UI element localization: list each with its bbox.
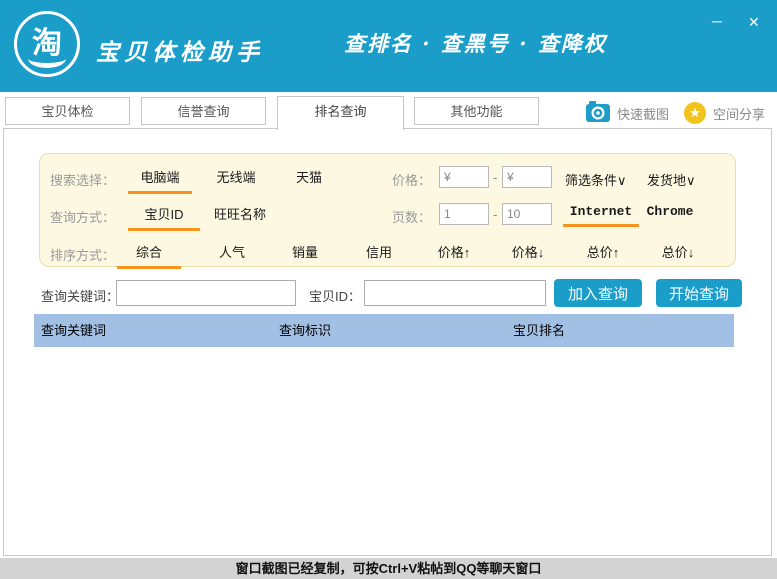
sort-option-total-asc[interactable]: 总价↑ bbox=[571, 242, 635, 266]
price-range-dash: - bbox=[493, 170, 497, 185]
keyword-input[interactable] bbox=[116, 280, 296, 306]
app-slogan: 查排名 · 查黑号 · 查降权 bbox=[344, 28, 607, 58]
price-min-input[interactable] bbox=[439, 166, 489, 188]
results-table-header: 查询关键词 查询标识 宝贝排名 bbox=[34, 314, 734, 347]
option-wangwang-name[interactable]: 旺旺名称 bbox=[204, 204, 276, 228]
option-browser-internet[interactable]: Internet bbox=[563, 204, 639, 227]
taobao-logo: 淘 bbox=[14, 11, 80, 77]
tab-reputation-query[interactable]: 信誉查询 bbox=[141, 97, 266, 125]
page-from-input[interactable] bbox=[439, 203, 489, 225]
column-header-item-rank[interactable]: 宝贝排名 bbox=[513, 314, 565, 347]
star-icon: ★ bbox=[684, 102, 706, 124]
search-select-label: 搜索选择： bbox=[50, 170, 115, 189]
price-label: 价格： bbox=[392, 170, 431, 189]
space-share-button[interactable]: ★ 空间分享 bbox=[684, 101, 765, 125]
page-range-dash: - bbox=[493, 207, 497, 222]
start-query-button[interactable]: 开始查询 bbox=[656, 279, 742, 307]
column-header-keyword[interactable]: 查询关键词 bbox=[41, 314, 106, 347]
item-id-label: 宝贝ID： bbox=[309, 286, 361, 305]
option-pc[interactable]: 电脑端 bbox=[128, 167, 192, 194]
tab-item-check[interactable]: 宝贝体检 bbox=[5, 97, 130, 125]
tab-ranking-query[interactable]: 排名查询 bbox=[277, 96, 404, 130]
sort-option-popularity[interactable]: 人气 bbox=[200, 242, 264, 266]
sort-option-price-asc[interactable]: 价格↑ bbox=[422, 242, 486, 266]
sort-option-price-desc[interactable]: 价格↓ bbox=[496, 242, 560, 266]
title-bar: 淘 宝贝体检助手 查排名 · 查黑号 · 查降权 ─ ✕ bbox=[0, 0, 777, 92]
query-method-label: 查询方式： bbox=[50, 207, 115, 226]
keyword-label: 查询关键词： bbox=[41, 286, 119, 305]
shipping-location-dropdown[interactable]: 发货地∨ bbox=[647, 170, 696, 189]
sort-method-label: 排序方式： bbox=[50, 245, 115, 264]
tab-other-functions[interactable]: 其他功能 bbox=[414, 97, 539, 125]
sort-option-comprehensive[interactable]: 综合 bbox=[117, 242, 181, 269]
app-window: 淘 宝贝体检助手 查排名 · 查黑号 · 查降权 ─ ✕ 宝贝体检 信誉查询 排… bbox=[0, 0, 777, 579]
option-browser-chrome[interactable]: Chrome bbox=[640, 204, 700, 224]
item-id-input[interactable] bbox=[364, 280, 546, 306]
column-header-query-mark[interactable]: 查询标识 bbox=[279, 314, 331, 347]
price-max-input[interactable] bbox=[502, 166, 552, 188]
add-query-button[interactable]: 加入查询 bbox=[554, 279, 642, 307]
pages-label: 页数： bbox=[392, 207, 431, 226]
quick-screenshot-button[interactable]: 快速截图 bbox=[586, 101, 669, 125]
status-bar: 窗口截图已经复制，可按Ctrl+V粘帖到QQ等聊天窗口 bbox=[0, 558, 777, 579]
filter-panel: 搜索选择： 电脑端 无线端 天猫 价格： - 筛选条件∨ 发货地∨ 查询方式： … bbox=[39, 153, 736, 267]
minimize-button[interactable]: ─ bbox=[712, 14, 722, 28]
logo-swoosh-icon bbox=[28, 49, 66, 68]
space-share-label: 空间分享 bbox=[713, 104, 765, 123]
results-table-body bbox=[34, 347, 734, 547]
filter-condition-dropdown[interactable]: 筛选条件∨ bbox=[565, 170, 627, 189]
page-to-input[interactable] bbox=[502, 203, 552, 225]
content-area: 搜索选择： 电脑端 无线端 天猫 价格： - 筛选条件∨ 发货地∨ 查询方式： … bbox=[3, 128, 772, 556]
option-tmall[interactable]: 天猫 bbox=[277, 167, 341, 191]
option-item-id[interactable]: 宝贝ID bbox=[128, 204, 200, 231]
app-title: 宝贝体检助手 bbox=[96, 33, 264, 67]
close-button[interactable]: ✕ bbox=[748, 15, 760, 29]
camera-icon bbox=[586, 100, 610, 127]
sort-option-total-desc[interactable]: 总价↓ bbox=[646, 242, 710, 266]
option-wireless[interactable]: 无线端 bbox=[204, 167, 268, 191]
quick-screenshot-label: 快速截图 bbox=[617, 104, 669, 123]
sort-option-credit[interactable]: 信用 bbox=[347, 242, 411, 266]
sort-option-sales[interactable]: 销量 bbox=[273, 242, 337, 266]
